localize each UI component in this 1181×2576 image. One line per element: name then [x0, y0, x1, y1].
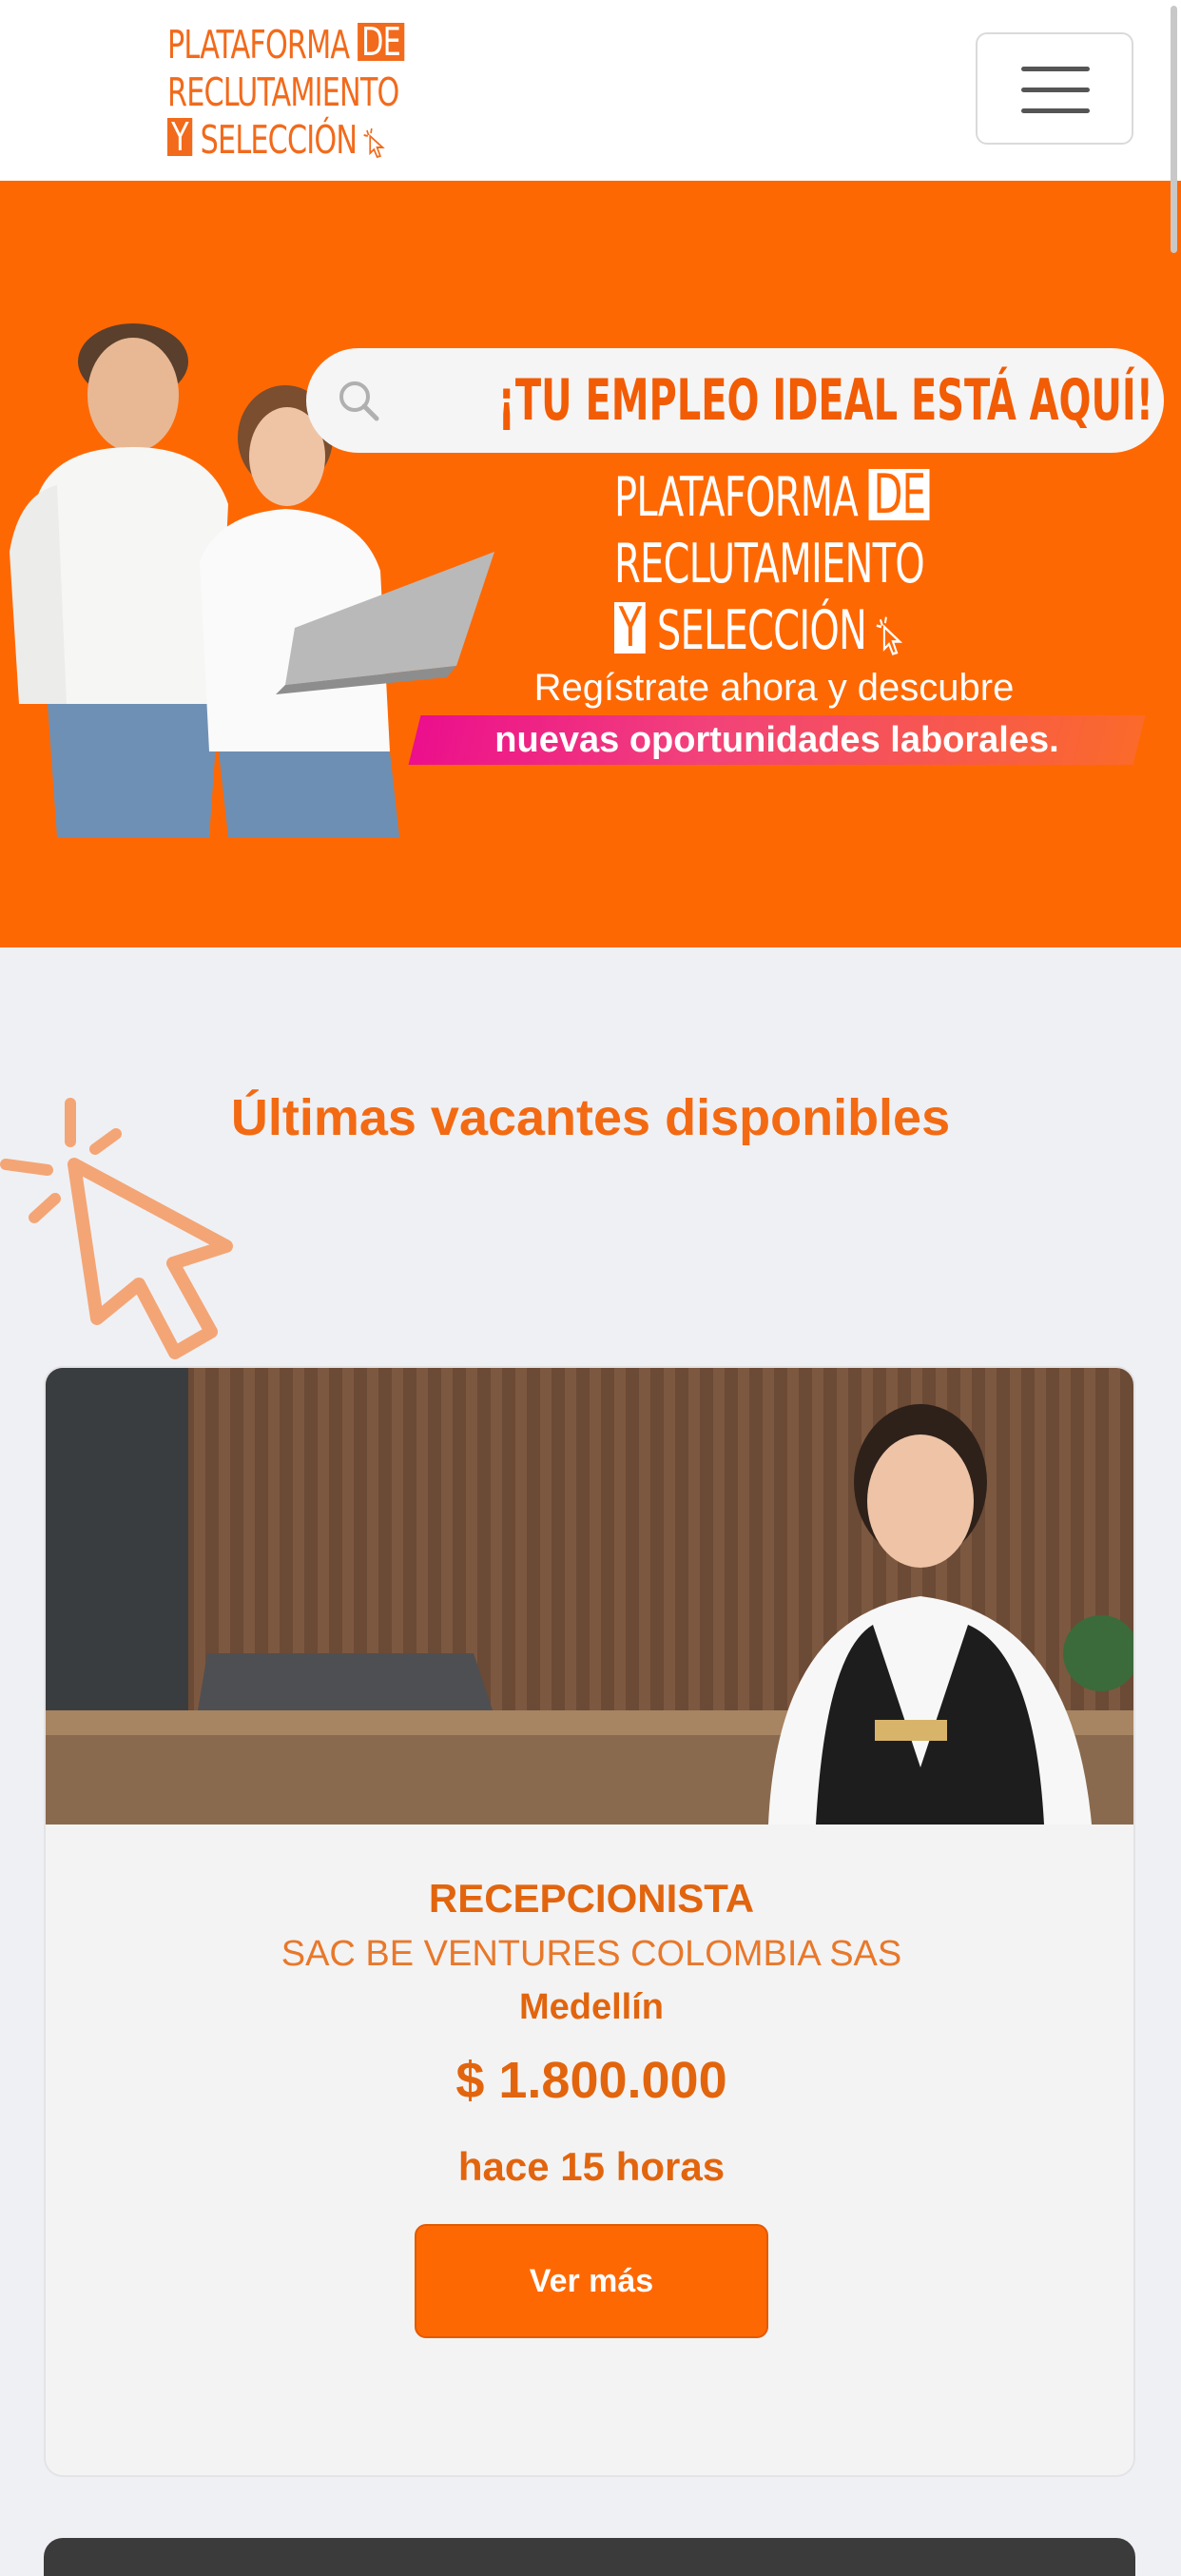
section-title: Últimas vacantes disponibles [230, 1089, 951, 1146]
hero-logo-box-y: Y [614, 601, 647, 655]
hero-logo-word-plataforma: PLATAFORMA [614, 466, 859, 529]
navbar: PLATAFORMA DE RECLUTAMIENTO Y SELECCIÓN [0, 0, 1181, 181]
job-posted-time: hace 15 horas [457, 2144, 726, 2189]
hero-logo-box-de: DE [868, 468, 930, 522]
job-photo [46, 1368, 1133, 1825]
hero-logo-word-seleccion: SELECCIÓN [656, 599, 867, 662]
menu-toggle-button[interactable] [976, 32, 1133, 145]
hero-highlight-text: nuevas oportunidades laborales. [494, 720, 1059, 760]
job-company: SAC BE VENTURES COLOMBIA SAS [281, 1934, 902, 1974]
logo-word-plataforma: PLATAFORMA [167, 22, 350, 68]
search-icon [339, 381, 379, 421]
hero-logo-line-3: Y SELECCIÓN [614, 597, 911, 664]
logo-line-2: RECLUTAMIENTO [167, 69, 399, 115]
page-scrollbar[interactable] [1168, 0, 1181, 2557]
job-city: Medellín [518, 1987, 665, 2027]
next-job-card-peek[interactable] [44, 2538, 1135, 2576]
scrollbar-thumb[interactable] [1171, 6, 1177, 253]
hero-logo-line-1: PLATAFORMA DE [614, 464, 930, 531]
job-title: RECEPCIONISTA [428, 1876, 755, 1921]
hero-tagline: Regístrate ahora y descubre [533, 667, 1015, 709]
hero-logo: PLATAFORMA DE RECLUTAMIENTO Y SELECCIÓN [614, 464, 995, 664]
logo-line-3: Y SELECCIÓN [167, 116, 385, 164]
hero-headline: ¡TU EMPLEO IDEAL ESTÁ AQUÍ! [497, 367, 1153, 434]
hero-search-pill: ¡TU EMPLEO IDEAL ESTÁ AQUÍ! [306, 348, 1164, 453]
hero-logo-cursor-icon [876, 616, 903, 655]
job-card[interactable]: RECEPCIONISTA SAC BE VENTURES COLOMBIA S… [44, 1366, 1135, 2477]
hero-logo-line-2: RECLUTAMIENTO [614, 533, 925, 595]
site-logo[interactable]: PLATAFORMA DE RECLUTAMIENTO Y SELECCIÓN [167, 21, 415, 164]
logo-box-de: DE [358, 23, 405, 62]
logo-word-seleccion: SELECCIÓN [200, 117, 358, 163]
job-salary: $ 1.800.000 [455, 2052, 727, 2109]
logo-line-1: PLATAFORMA DE [167, 21, 405, 68]
logo-box-y: Y [167, 118, 192, 157]
ver-mas-button[interactable]: Ver más [415, 2224, 768, 2338]
hero-highlight: nuevas oportunidades laborales. [408, 712, 1146, 769]
logo-cursor-icon [363, 127, 385, 159]
hero-banner: ¡TU EMPLEO IDEAL ESTÁ AQUÍ! PLATAFORMA D… [0, 181, 1181, 947]
